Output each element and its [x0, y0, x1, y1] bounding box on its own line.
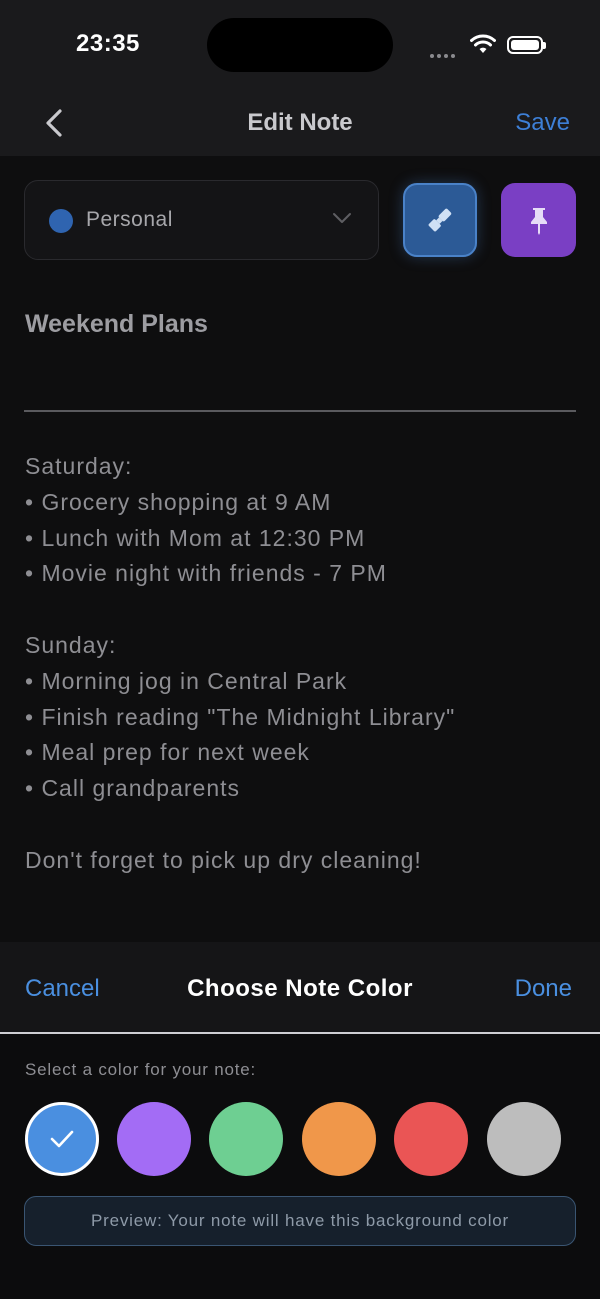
color-prompt: Select a color for your note: [25, 1060, 257, 1079]
color-preview-box: Preview: Your note will have this backgr… [24, 1196, 576, 1246]
checkmark-icon [50, 1130, 74, 1148]
category-dropdown[interactable]: Personal [24, 180, 379, 260]
color-swatch-orange[interactable] [302, 1102, 376, 1176]
paintbrush-icon [428, 208, 452, 232]
color-swatch-gray[interactable] [487, 1102, 561, 1176]
navigation-bar: Edit Note Save [0, 92, 600, 156]
color-swatch-red[interactable] [394, 1102, 468, 1176]
category-color-dot [49, 209, 73, 233]
battery-icon [507, 36, 546, 54]
color-sheet-title: Choose Note Color [187, 975, 413, 1002]
note-title-field[interactable]: Weekend Plans [25, 310, 208, 339]
chevron-down-icon [333, 213, 351, 223]
category-label: Personal [86, 208, 173, 231]
save-button[interactable]: Save [515, 109, 570, 137]
cellular-signal-icon [430, 45, 458, 63]
wifi-icon [470, 34, 496, 53]
color-swatch-blue[interactable] [25, 1102, 99, 1176]
color-sheet-header: Cancel Choose Note Color Done [0, 942, 600, 1032]
color-swatch-green[interactable] [209, 1102, 283, 1176]
done-button[interactable]: Done [515, 975, 572, 1003]
page-title: Edit Note [247, 109, 353, 136]
status-time: 23:35 [76, 30, 140, 57]
note-body-field[interactable]: Saturday: • Grocery shopping at 9 AM • L… [25, 449, 575, 879]
pin-button[interactable] [501, 183, 576, 257]
color-picker-button[interactable] [403, 183, 477, 257]
color-swatch-purple[interactable] [117, 1102, 191, 1176]
title-divider [24, 410, 576, 412]
pin-icon [530, 208, 547, 235]
status-bar: 23:35 [0, 0, 600, 92]
color-sheet-body: Select a color for your note: Preview: Y… [0, 1034, 600, 1299]
dynamic-island [207, 18, 393, 72]
